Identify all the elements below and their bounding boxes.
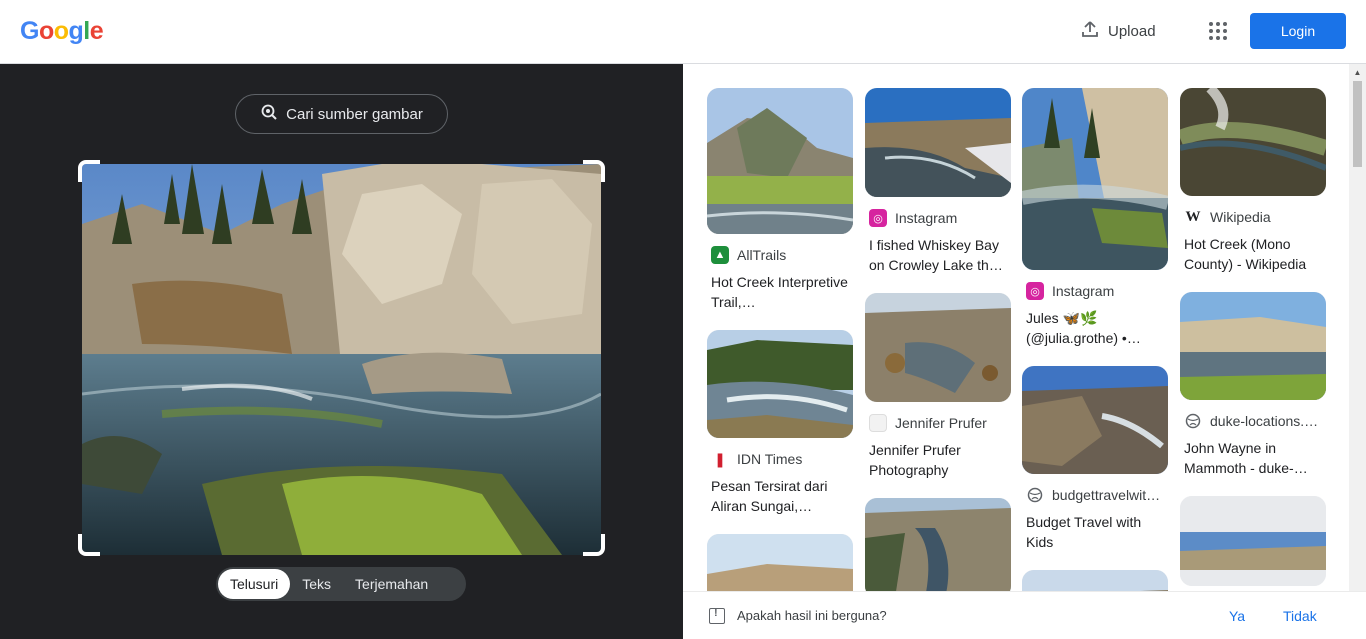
find-image-source-button[interactable]: Cari sumber gambar — [235, 94, 448, 134]
tab-terjemahan[interactable]: Terjemahan — [343, 569, 440, 599]
results-column-4: W Wikipedia Hot Creek (Mono County) - Wi… — [1180, 88, 1326, 604]
tab-teks[interactable]: Teks — [290, 569, 343, 599]
feedback-icon — [709, 607, 725, 624]
crop-handle-top-right[interactable] — [583, 160, 605, 182]
result-source: ◎ Instagram — [869, 209, 1007, 227]
crop-handle-bottom-right[interactable] — [583, 534, 605, 556]
result-title[interactable]: Hot Creek Interpretive Trail,… — [711, 272, 849, 312]
source-name: Jennifer Prufer — [895, 415, 987, 431]
result-thumbnail — [865, 88, 1011, 197]
lens-image-panel: Cari sumber gambar Telusuri Teks Terjema… — [0, 64, 683, 639]
result-thumbnail — [707, 330, 853, 438]
result-source: duke-locations.… — [1184, 412, 1322, 430]
result-source: budgettravelwit… — [1026, 486, 1164, 504]
result-thumbnail — [865, 498, 1011, 598]
lens-mode-tabs: Telusuri Teks Terjemahan — [216, 567, 466, 601]
result-card[interactable] — [865, 498, 1011, 598]
idntimes-icon: ❚ — [714, 450, 726, 467]
result-title[interactable]: Hot Creek (Mono County) - Wikipedia — [1184, 234, 1322, 274]
results-column-2: ◎ Instagram I fished Whiskey Bay on Crow… — [865, 88, 1011, 616]
results-column-3: ◎ Instagram Jules 🦋🌿 (@julia.grothe) •… … — [1022, 88, 1168, 639]
crop-handle-top-left[interactable] — [78, 160, 100, 182]
instagram-icon: ◎ — [1026, 282, 1044, 300]
result-card[interactable]: duke-locations.… John Wayne in Mammoth -… — [1180, 292, 1326, 478]
scrollbar-thumb[interactable] — [1353, 81, 1362, 167]
result-title[interactable]: John Wayne in Mammoth - duke-… — [1184, 438, 1322, 478]
query-image — [82, 164, 601, 555]
feedback-yes-button[interactable]: Ya — [1229, 608, 1245, 624]
result-card[interactable]: ▲ AllTrails Hot Creek Interpretive Trail… — [707, 88, 853, 312]
scroll-up-arrow-icon[interactable]: ▲ — [1349, 64, 1366, 81]
source-name: budgettravelwit… — [1052, 487, 1161, 503]
result-thumbnail — [865, 293, 1011, 402]
crop-handle-bottom-left[interactable] — [78, 534, 100, 556]
results-column-1: ▲ AllTrails Hot Creek Interpretive Trail… — [707, 88, 853, 632]
result-thumbnail — [1180, 292, 1326, 400]
login-button[interactable]: Login — [1250, 13, 1346, 49]
result-card[interactable]: ◎ Instagram Jules 🦋🌿 (@julia.grothe) •… — [1022, 88, 1168, 348]
result-card[interactable]: ❚ IDN Times Pesan Tersirat dari Aliran S… — [707, 330, 853, 516]
logo-letter: G — [20, 17, 39, 45]
apps-grid-icon[interactable] — [1202, 15, 1234, 47]
feedback-question: Apakah hasil ini berguna? — [737, 608, 887, 623]
source-name: duke-locations.… — [1210, 413, 1319, 429]
source-name: Wikipedia — [1210, 209, 1271, 225]
result-card[interactable] — [1180, 496, 1326, 586]
result-source: ▲ AllTrails — [711, 246, 849, 264]
tab-telusuri[interactable]: Telusuri — [218, 569, 291, 599]
feedback-no-button[interactable]: Tidak — [1283, 608, 1317, 624]
upload-label: Upload — [1108, 22, 1156, 40]
result-source: W Wikipedia — [1184, 208, 1322, 226]
result-card[interactable]: W Wikipedia Hot Creek (Mono County) - Wi… — [1180, 88, 1326, 274]
result-title[interactable]: Budget Travel with Kids — [1026, 512, 1164, 552]
result-thumbnail — [1022, 366, 1168, 474]
logo-letter: g — [68, 17, 84, 45]
source-name: Instagram — [895, 210, 958, 226]
globe-icon — [1184, 412, 1202, 430]
result-source: ❚ IDN Times — [711, 450, 849, 468]
top-header: Google Upload Login — [0, 0, 1366, 64]
feedback-bar: Apakah hasil ini berguna? Ya Tidak — [683, 591, 1366, 639]
result-source: ◎ Instagram — [1026, 282, 1164, 300]
upload-button[interactable]: Upload — [1072, 14, 1164, 48]
result-thumbnail — [1180, 496, 1326, 586]
logo-letter: o — [53, 17, 69, 45]
result-title[interactable]: Jules 🦋🌿 (@julia.grothe) •… — [1026, 308, 1164, 348]
logo-letter: o — [38, 17, 54, 45]
result-source: Jennifer Prufer — [869, 414, 1007, 432]
wikipedia-icon: W — [1185, 208, 1201, 225]
google-logo[interactable]: Google — [20, 17, 104, 46]
result-card[interactable]: Jennifer Prufer Jennifer Prufer Photogra… — [865, 293, 1011, 480]
image-search-icon — [260, 103, 278, 125]
source-button-label: Cari sumber gambar — [286, 105, 423, 123]
visual-matches-panel: ▲ AllTrails Hot Creek Interpretive Trail… — [683, 64, 1366, 639]
result-title[interactable]: Pesan Tersirat dari Aliran Sungai,… — [711, 476, 849, 516]
result-thumbnail — [1180, 88, 1326, 196]
source-name: Instagram — [1052, 283, 1115, 299]
result-title[interactable]: I fished Whiskey Bay on Crowley Lake th… — [869, 235, 1007, 275]
source-name: AllTrails — [737, 247, 787, 263]
globe-icon — [1026, 486, 1044, 504]
jennifer-prufer-icon — [869, 414, 887, 432]
alltrails-icon: ▲ — [711, 246, 729, 264]
upload-icon — [1080, 19, 1100, 43]
result-title[interactable]: Jennifer Prufer Photography — [869, 440, 1007, 480]
result-card[interactable]: budgettravelwit… Budget Travel with Kids — [1022, 366, 1168, 552]
source-name: IDN Times — [737, 451, 803, 467]
instagram-icon: ◎ — [869, 209, 887, 227]
results-scrollbar[interactable]: ▲ — [1349, 64, 1366, 591]
result-card[interactable]: ◎ Instagram I fished Whiskey Bay on Crow… — [865, 88, 1011, 275]
logo-letter: e — [89, 17, 104, 45]
result-thumbnail — [707, 88, 853, 234]
result-thumbnail — [1022, 88, 1168, 270]
